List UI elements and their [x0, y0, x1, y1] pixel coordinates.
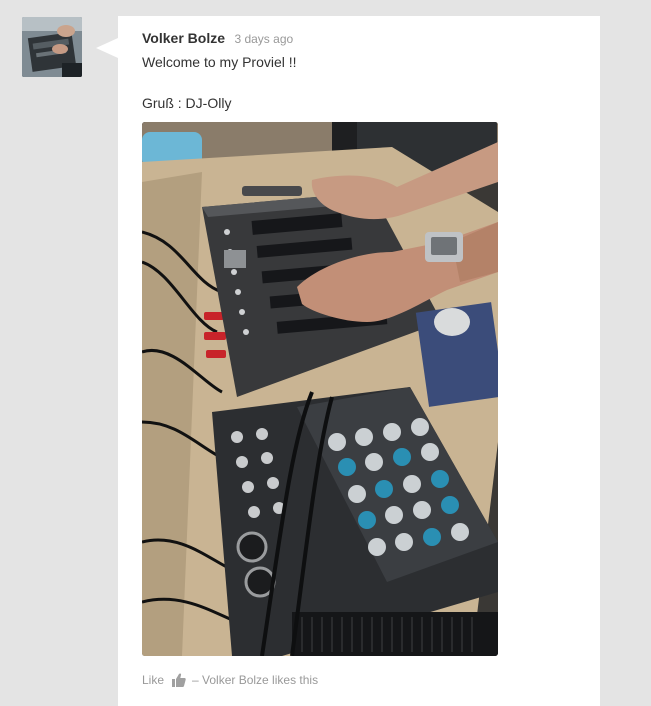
post-message-line1: Welcome to my Proviel !! — [142, 54, 297, 70]
likes-summary: – Volker Bolze likes this — [192, 673, 319, 687]
like-button[interactable]: Like — [142, 673, 164, 687]
post-message-line2: Gruß : DJ-Olly — [142, 95, 232, 111]
post-card: Volker Bolze 3 days ago Welcome to my Pr… — [96, 16, 600, 706]
post-footer: Like – Volker Bolze likes this — [142, 673, 318, 687]
user-avatar[interactable] — [22, 17, 82, 77]
author-name[interactable]: Volker Bolze — [142, 30, 225, 46]
thumbs-up-icon[interactable] — [172, 673, 186, 687]
post-timestamp[interactable]: 3 days ago — [234, 32, 293, 46]
post-photo[interactable] — [142, 122, 498, 656]
post-header: Volker Bolze 3 days ago — [142, 30, 293, 48]
